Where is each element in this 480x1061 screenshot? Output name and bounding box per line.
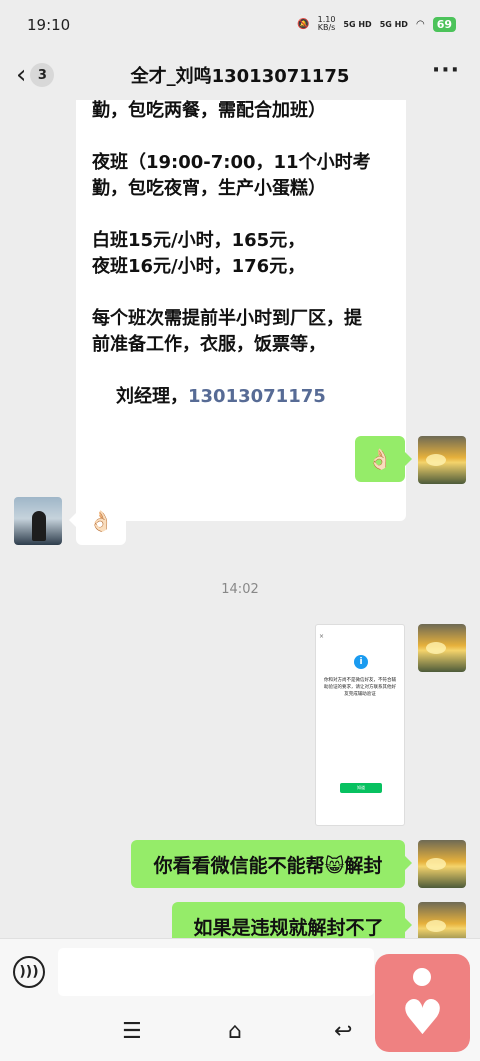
sent-text-message[interactable]: 你看看微信能不能帮😸解封	[131, 840, 412, 888]
battery-indicator: 69	[432, 16, 456, 32]
wifi-icon: ◠	[415, 18, 425, 30]
chat-title: 全才_刘鸣13013071175	[130, 66, 350, 87]
time-divider: 14:02	[221, 582, 259, 597]
speed-unit: KB/s	[317, 23, 336, 32]
more-options-button[interactable]: ···	[432, 58, 460, 83]
menu-icon[interactable]: ☰	[122, 1019, 142, 1044]
close-icon: ×	[319, 633, 325, 640]
home-icon[interactable]: ⌂	[228, 1019, 242, 1044]
message-signature: 刘经理，13013071175	[92, 384, 390, 410]
phone-link[interactable]: 13013071175	[188, 386, 326, 407]
message-input[interactable]	[58, 948, 374, 996]
input-bar: ))) ♥ ☰ ⌂ ↩	[0, 938, 480, 1061]
status-time: 19:10	[27, 16, 71, 34]
voice-icon[interactable]: )))	[13, 956, 45, 988]
chat-area[interactable]: 勤，包吃两餐，需配合加班） 夜班（19:00-7:00，11个小时考 勤，包吃夜…	[0, 100, 480, 938]
message-paragraph: 每个班次需提前半小时到厂区，提 前准备工作，衣服，饭票等，	[92, 308, 362, 355]
floating-app-icon[interactable]: ♥	[375, 954, 470, 1052]
self-avatar[interactable]	[418, 436, 466, 484]
heart-icon: ♥	[401, 990, 445, 1046]
back-icon[interactable]: ↩	[334, 1019, 352, 1044]
chat-header: ‹ 3 全才_刘鸣13013071175 ···	[0, 50, 480, 100]
message-paragraph: 白班15元/小时，165元， 夜班16元/小时，176元，	[92, 230, 306, 277]
unread-count-badge: 3	[30, 63, 55, 87]
contact-avatar[interactable]	[14, 497, 62, 545]
sent-emoji-message[interactable]: 👌🏻	[355, 436, 412, 482]
sent-image-message[interactable]: × i 你和对方尚不是微信好友，不符合辅助验证的要求，请让对方联系其他好友完成辅…	[315, 624, 405, 826]
info-icon: i	[354, 655, 368, 669]
self-avatar[interactable]	[418, 840, 466, 888]
received-emoji-message[interactable]: 👌🏻	[69, 497, 126, 545]
self-avatar[interactable]	[418, 624, 466, 672]
network-speed: 1.10 KB/s	[318, 16, 336, 32]
status-bar: 19:10 🔕 1.10 KB/s 5G HD 5G HD ◠ 69	[0, 0, 480, 50]
self-avatar[interactable]	[418, 902, 466, 938]
signal-2: 5G HD	[379, 19, 408, 29]
sent-text-message[interactable]: 如果是违规就解封不了	[172, 902, 412, 938]
signal-1: 5G HD	[343, 19, 372, 29]
app-figure-head	[413, 968, 431, 986]
message-paragraph: 勤，包吃两餐，需配合加班）	[92, 100, 326, 121]
signature-name: 刘经理，	[116, 386, 188, 407]
mute-icon: 🔕	[297, 18, 310, 30]
chevron-left-icon: ‹	[16, 60, 27, 90]
message-paragraph: 夜班（19:00-7:00，11个小时考 勤，包吃夜宵，生产小蛋糕）	[92, 152, 371, 199]
status-icons: 🔕 1.10 KB/s 5G HD 5G HD ◠ 69	[297, 16, 456, 32]
image-notice-text: 你和对方尚不是微信好友，不符合辅助验证的要求，请让对方联系其他好友完成辅助验证	[324, 678, 396, 697]
back-button[interactable]: ‹ 3	[16, 60, 66, 90]
image-confirm-button: 知道	[340, 783, 382, 793]
